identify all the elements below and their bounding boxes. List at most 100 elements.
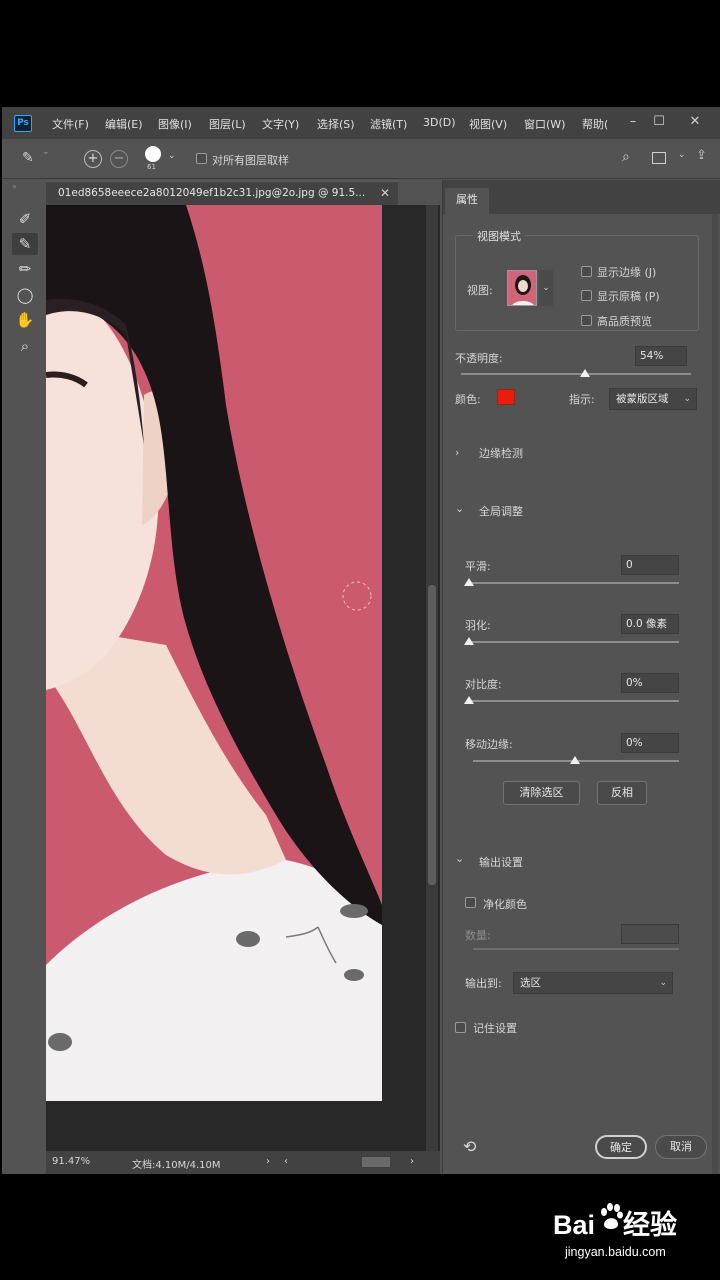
collapse-toolbar-icon[interactable]: »: [12, 182, 17, 191]
menu-file[interactable]: 文件(F): [52, 116, 89, 132]
ok-button[interactable]: 确定: [595, 1135, 647, 1159]
workspace-icon[interactable]: [652, 152, 666, 164]
view-mode-thumbnail[interactable]: [507, 270, 537, 306]
maximize-icon[interactable]: ☐: [646, 111, 672, 133]
output-to-value: 选区: [520, 977, 541, 989]
feather-field[interactable]: 0.0 像素: [621, 614, 679, 634]
photoshop-logo-icon: Ps: [14, 115, 32, 132]
cancel-button[interactable]: 取消: [655, 1135, 707, 1159]
shift-edge-slider-thumb[interactable]: [570, 756, 580, 764]
lasso-tool-icon[interactable]: ◯: [12, 284, 38, 306]
menu-window[interactable]: 窗口(W): [524, 116, 565, 132]
refine-edge-brush-tool-icon[interactable]: ✎: [12, 233, 38, 255]
hscroll-left-arrow-icon[interactable]: ‹: [284, 1156, 288, 1167]
close-document-icon[interactable]: ✕: [380, 186, 390, 200]
zoom-tool-icon[interactable]: ⌕: [12, 335, 38, 357]
output-settings-chevron-icon[interactable]: ⌄: [455, 852, 464, 865]
smooth-slider-track[interactable]: [467, 582, 679, 584]
menu-type[interactable]: 文字(Y): [262, 116, 299, 132]
brush-preview-icon[interactable]: [145, 146, 161, 162]
decontaminate-colors-checkbox[interactable]: [465, 897, 476, 908]
hand-tool-icon[interactable]: ✋: [12, 309, 38, 331]
clear-selection-button[interactable]: 清除选区: [503, 781, 580, 805]
tab-properties[interactable]: 属性: [445, 188, 489, 214]
shift-edge-field[interactable]: 0%: [621, 733, 679, 753]
reset-workspace-icon[interactable]: ⟲: [463, 1137, 476, 1156]
menu-filter[interactable]: 滤镜(T): [370, 116, 407, 132]
contrast-slider-thumb[interactable]: [464, 696, 474, 704]
smooth-slider-thumb[interactable]: [464, 578, 474, 586]
horizontal-scroll-thumb[interactable]: [362, 1157, 390, 1167]
document-tab-title: 01ed8658eeece2a8012049ef1b2c31.jpg@2o.jp…: [58, 187, 366, 199]
feather-slider-track[interactable]: [467, 641, 679, 643]
opacity-field[interactable]: 54%: [635, 346, 687, 366]
sample-all-layers-checkbox[interactable]: [196, 153, 207, 164]
global-refinements-section[interactable]: 全局调整: [479, 503, 523, 519]
invert-button[interactable]: 反相: [597, 781, 647, 805]
smooth-field[interactable]: 0: [621, 555, 679, 575]
smooth-label: 平滑:: [465, 560, 491, 573]
minimize-icon[interactable]: –: [620, 111, 646, 133]
photoshop-window: Ps 文件(F) 编辑(E) 图像(I) 图层(L) 文字(Y) 选择(S) 滤…: [2, 107, 720, 1174]
show-original-checkbox[interactable]: [581, 290, 592, 301]
menu-bar: Ps 文件(F) 编辑(E) 图像(I) 图层(L) 文字(Y) 选择(S) 滤…: [2, 107, 720, 139]
panel-tab-bar: 属性: [443, 180, 720, 214]
canvas-area[interactable]: [46, 205, 440, 1151]
refine-brush-tool-icon[interactable]: ✎: [22, 150, 34, 166]
opacity-slider-track[interactable]: [461, 373, 691, 375]
remember-settings-checkbox[interactable]: [455, 1022, 466, 1033]
panel-scrollbar[interactable]: [712, 214, 718, 1174]
menu-3d[interactable]: 3D(D): [423, 116, 456, 129]
opacity-slider-thumb[interactable]: [580, 369, 591, 377]
menu-edit[interactable]: 编辑(E): [105, 116, 143, 132]
search-icon[interactable]: ⌕: [622, 149, 630, 165]
canvas-scroll-thumb[interactable]: [428, 585, 436, 885]
workspace-chevron-icon[interactable]: ⌄: [678, 150, 686, 160]
brush-dropdown-chevron-icon[interactable]: ⌄: [168, 151, 176, 161]
zoom-level[interactable]: 91.47%: [52, 1156, 90, 1167]
baidu-paw-icon: [601, 1203, 623, 1230]
output-to-chevron-icon: ⌄: [659, 978, 667, 988]
contrast-slider-track[interactable]: [467, 700, 679, 702]
close-window-icon[interactable]: ✕: [682, 111, 708, 133]
color-label: 颜色:: [455, 393, 481, 406]
status-bar: 91.47% 文档:4.10M/4.10M › ‹ ›: [46, 1151, 440, 1174]
global-refinements-chevron-icon[interactable]: ⌄: [455, 502, 464, 515]
indicate-dropdown[interactable]: 被蒙版区域 ⌄: [609, 388, 697, 410]
output-to-label: 输出到:: [465, 977, 502, 990]
hscroll-right-arrow-icon[interactable]: ›: [410, 1156, 414, 1167]
contrast-field[interactable]: 0%: [621, 673, 679, 693]
feather-label: 羽化:: [465, 619, 491, 632]
document-size-info: 文档:4.10M/4.10M: [132, 1160, 221, 1171]
menu-select[interactable]: 选择(S): [317, 116, 355, 132]
overlay-color-swatch[interactable]: [497, 389, 515, 405]
tools-panel: » ✐ ✎ ✏ ◯ ✋ ⌕: [2, 180, 46, 1174]
tool-preset-chevron-icon[interactable]: ⌄: [42, 147, 50, 157]
add-to-selection-icon[interactable]: +: [84, 150, 102, 168]
sample-all-layers-label: 对所有图层取样: [212, 154, 289, 167]
edge-detection-section[interactable]: 边缘检测: [479, 445, 523, 461]
show-edge-checkbox[interactable]: [581, 266, 592, 277]
output-to-dropdown[interactable]: 选区 ⌄: [513, 972, 673, 994]
feather-slider-thumb[interactable]: [464, 637, 474, 645]
canvas-vertical-scrollbar[interactable]: [426, 205, 438, 1151]
view-mode-title: 视图模式: [473, 228, 525, 244]
contrast-label: 对比度:: [465, 678, 502, 691]
menu-layer[interactable]: 图层(L): [209, 116, 246, 132]
edge-detection-chevron-icon[interactable]: ›: [455, 446, 459, 459]
high-quality-preview-checkbox[interactable]: [581, 315, 592, 326]
menu-help[interactable]: 帮助(: [582, 116, 612, 132]
menu-image[interactable]: 图像(I): [158, 116, 192, 132]
brush-tool-icon[interactable]: ✏: [12, 258, 38, 280]
high-quality-preview-label: 高品质预览: [597, 315, 652, 328]
view-mode-dropdown-chevron-icon[interactable]: ⌄: [539, 270, 553, 306]
menu-view[interactable]: 视图(V): [469, 116, 507, 132]
subtract-from-selection-icon[interactable]: −: [110, 150, 128, 168]
document-tab[interactable]: 01ed8658eeece2a8012049ef1b2c31.jpg@2o.jp…: [46, 180, 398, 205]
quick-selection-tool-icon[interactable]: ✐: [12, 208, 38, 230]
status-menu-arrow-icon[interactable]: ›: [266, 1156, 270, 1167]
decontaminate-colors-label: 净化颜色: [483, 898, 527, 911]
share-icon[interactable]: ⇪: [696, 148, 707, 163]
output-settings-section[interactable]: 输出设置: [479, 854, 523, 870]
amount-field: [621, 924, 679, 944]
